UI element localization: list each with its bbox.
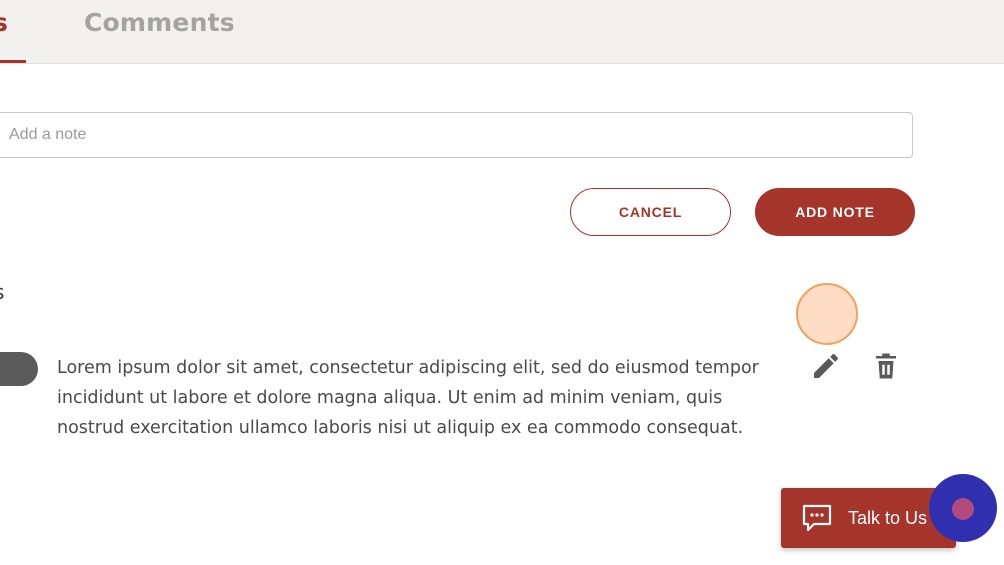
notes-page: s Comments CANCEL ADD NOTE s Lorem ipsum… (0, 0, 1004, 565)
tab-bar: s Comments (0, 0, 1004, 64)
talk-to-us-label: Talk to Us (848, 508, 928, 528)
trash-icon (876, 353, 896, 379)
tab-notes[interactable]: s (0, 8, 8, 37)
pointer-highlight (796, 283, 858, 345)
chat-status-dot (952, 498, 974, 520)
note-author-avatar (0, 352, 38, 386)
pencil-icon (814, 353, 839, 378)
add-note-button[interactable]: ADD NOTE (755, 188, 915, 236)
chat-launcher-bubble[interactable] (929, 474, 997, 542)
delete-note-button[interactable] (870, 350, 902, 382)
tab-comments[interactable]: Comments (84, 8, 235, 37)
note-input[interactable] (0, 112, 913, 158)
chat-icon (802, 504, 832, 532)
note-text: Lorem ipsum dolor sit amet, consectetur … (57, 358, 759, 438)
edit-note-button[interactable] (810, 350, 842, 382)
active-tab-indicator (0, 60, 26, 63)
cancel-button[interactable]: CANCEL (570, 188, 731, 236)
notes-section-title: s (0, 280, 4, 304)
